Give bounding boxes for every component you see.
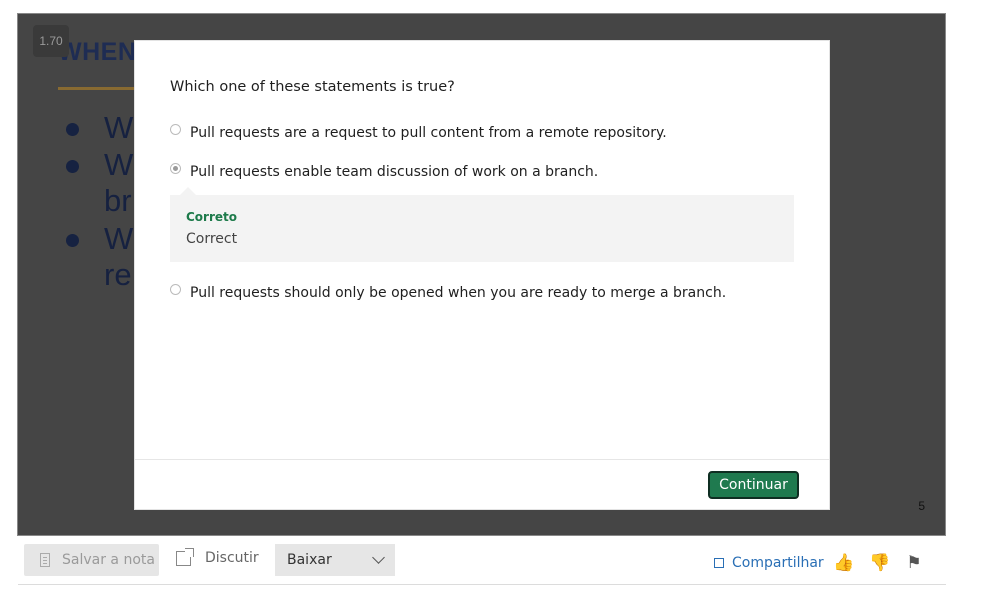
radio-button-selected[interactable]: [170, 162, 181, 174]
modal-footer-divider: [135, 459, 829, 460]
flag-icon[interactable]: ⚑: [904, 553, 924, 573]
slide-bullet: W: [104, 221, 134, 256]
option-label: Pull requests should only be opened when…: [190, 285, 727, 301]
quiz-option-1[interactable]: Pull requests are a request to pull cont…: [170, 123, 667, 141]
note-icon: [40, 553, 50, 567]
radio-button[interactable]: [170, 123, 181, 135]
answer-feedback: Correto Correct: [170, 187, 794, 262]
slide-bullet: W: [104, 147, 134, 182]
discuss-button[interactable]: Discutir: [176, 547, 259, 566]
share-label: Compartilhar: [732, 555, 824, 571]
share-link[interactable]: Compartilhar: [714, 555, 824, 571]
feedback-text: Correct: [186, 231, 238, 247]
quiz-option-3[interactable]: Pull requests should only be opened when…: [170, 283, 727, 301]
playback-speed-badge[interactable]: 1.70: [33, 25, 69, 57]
lecture-toolbar: Salvar a nota Discutir Baixar Compartilh…: [18, 540, 946, 585]
bullet-dot: [66, 234, 79, 247]
quiz-question: Which one of these statements is true?: [170, 79, 455, 95]
download-label: Baixar: [287, 552, 332, 568]
bullet-dot: [66, 160, 79, 173]
slide-bullet: W: [104, 110, 134, 145]
slide-page-number: 5: [918, 499, 925, 513]
slide-bullet: br: [104, 183, 132, 218]
feedback-title: Correto: [186, 210, 238, 224]
quiz-modal: Which one of these statements is true? P…: [134, 40, 830, 510]
external-link-icon: [176, 547, 194, 566]
slide-bullet: re: [104, 257, 132, 292]
thumbs-up-icon[interactable]: 👍: [833, 553, 854, 573]
thumbs-down-icon[interactable]: 👎: [869, 553, 890, 573]
chevron-down-icon: [372, 550, 385, 564]
quiz-option-2[interactable]: Pull requests enable team discussion of …: [170, 162, 599, 180]
share-icon: [714, 558, 724, 568]
radio-button[interactable]: [170, 283, 181, 295]
download-dropdown[interactable]: Baixar: [275, 544, 395, 576]
save-note-label: Salvar a nota: [62, 552, 155, 568]
slide-title: WHEN: [58, 38, 137, 66]
bullet-dot: [66, 123, 79, 136]
discuss-label: Discutir: [205, 550, 259, 566]
save-note-button[interactable]: Salvar a nota: [24, 544, 159, 576]
option-label: Pull requests are a request to pull cont…: [190, 125, 667, 141]
option-label: Pull requests enable team discussion of …: [190, 164, 599, 180]
continue-button[interactable]: Continuar: [708, 471, 799, 499]
